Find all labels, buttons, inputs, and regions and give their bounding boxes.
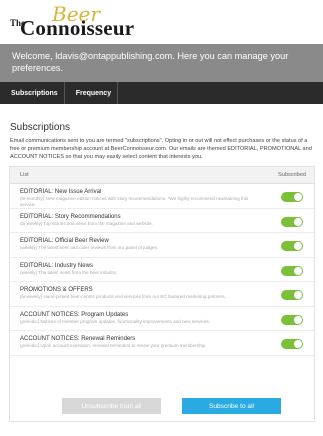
section-title: Subscriptions xyxy=(10,122,71,133)
section-intro: Email communications sent to you are ter… xyxy=(10,138,312,160)
subscription-toggle[interactable] xyxy=(281,192,303,202)
toggle-knob xyxy=(294,266,302,275)
subscription-title: EDITORIAL: New Issue Arrival xyxy=(20,189,102,195)
tab-subscriptions[interactable]: Subscriptions xyxy=(0,82,64,104)
subscription-description: (bi-monthly) New magazine edition notice… xyxy=(20,196,249,207)
subscription-title: EDITORIAL: Official Beer Review xyxy=(20,238,109,244)
subscription-description: (bi-weekly) Hand-picked beer-centric pro… xyxy=(20,294,226,299)
subscription-toggle[interactable] xyxy=(281,290,303,300)
subscription-toggle[interactable] xyxy=(281,314,303,325)
subscription-toggle[interactable] xyxy=(281,339,303,349)
subscription-description: (weekly) The latest news from the beer i… xyxy=(20,269,118,275)
toggle-knob xyxy=(294,193,302,201)
subscription-title: PROMOTIONS & OFFERS xyxy=(20,287,93,293)
subscription-toggle[interactable] xyxy=(281,241,303,251)
subscription-row-renewal-reminders: ACCOUNT NOTICES: Renewal Reminders (peri… xyxy=(10,331,314,356)
column-header-subscribed: Subscribed xyxy=(278,172,306,178)
subscription-list: List Subscribed EDITORIAL: New Issue Arr… xyxy=(9,166,315,422)
preferences-nav: Subscriptions Frequency xyxy=(0,82,323,104)
site-logo[interactable]: Beer The Connoisseur xyxy=(10,2,150,40)
logo-name: Connoisseur xyxy=(20,16,135,40)
toggle-knob xyxy=(294,340,302,348)
subscription-row-beer-review: EDITORIAL: Official Beer Review (weekly)… xyxy=(10,233,314,258)
subscription-toggle[interactable] xyxy=(281,216,303,227)
subscription-description: (periodic) Notices of member program upd… xyxy=(20,318,210,324)
subscription-description: (weekly) The latest beer and cider revie… xyxy=(20,245,159,250)
column-header-list: List xyxy=(20,172,29,178)
subscription-title: ACCOUNT NOTICES: Renewal Reminders xyxy=(20,336,136,342)
subscription-row-story-recommendations: EDITORIAL: Story Recommendations (bi-wee… xyxy=(10,209,314,233)
toggle-knob xyxy=(294,291,302,299)
header: Beer The Connoisseur xyxy=(0,0,323,44)
subscription-row-new-issue: EDITORIAL: New Issue Arrival (bi-monthly… xyxy=(10,184,314,209)
subscribe-all-button[interactable]: Subscribe to all xyxy=(182,398,281,414)
subscription-row-industry-news: EDITORIAL: Industry News (weekly) The la… xyxy=(10,258,314,282)
subscription-description: (periodic) Upon account expiration, rene… xyxy=(20,343,207,348)
table-header: List Subscribed xyxy=(10,167,314,184)
subscription-title: ACCOUNT NOTICES: Program Updates xyxy=(20,311,129,318)
subscription-title: EDITORIAL: Industry News xyxy=(20,262,93,269)
nav-divider xyxy=(117,82,119,104)
subscription-row-program-updates: ACCOUNT NOTICES: Program Updates (period… xyxy=(10,307,314,331)
toggle-knob xyxy=(294,315,302,324)
welcome-message: Welcome, ldavis@ontappublishing.com. Her… xyxy=(0,44,323,82)
subscription-toggle[interactable] xyxy=(281,265,303,276)
subscription-description: (bi-weekly) Top stories and news from th… xyxy=(20,220,153,226)
toggle-knob xyxy=(294,242,302,250)
toggle-knob xyxy=(294,217,302,226)
unsubscribe-all-button[interactable]: Unsubscribe from all xyxy=(62,398,161,414)
bulk-actions: Unsubscribe from all Subscribe to all xyxy=(0,398,323,414)
subscription-row-promotions: PROMOTIONS & OFFERS (bi-weekly) Hand-pic… xyxy=(10,282,314,307)
subscription-title: EDITORIAL: Story Recommendations xyxy=(20,213,121,220)
tab-frequency[interactable]: Frequency xyxy=(65,82,117,104)
